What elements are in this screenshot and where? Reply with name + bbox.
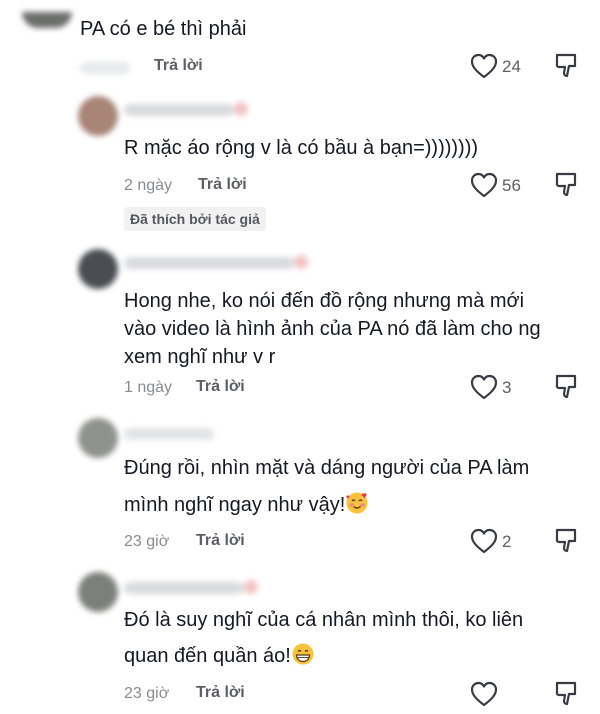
comment-time: 2 ngày — [124, 177, 173, 194]
heart-icon[interactable] — [470, 172, 498, 198]
reply-button[interactable]: Trả lời — [196, 684, 245, 702]
like-count: 56 — [502, 176, 521, 195]
comment-time: 23 giờ — [124, 685, 170, 702]
dislike-icon[interactable] — [554, 171, 580, 199]
dislike-icon[interactable] — [554, 373, 580, 401]
comment-text-line: mình nghĩ ngay như vậy! — [124, 490, 369, 520]
grinning-face-icon — [292, 643, 314, 665]
liked-by-creator-badge: Đã thích bởi tác giả — [124, 207, 266, 231]
avatar[interactable] — [22, 12, 72, 28]
user-name — [124, 580, 258, 594]
comment-text-line: Hong nhe, ko nói đến đồ rộng nhưng mà mớ… — [124, 290, 525, 312]
avatar[interactable] — [78, 572, 118, 612]
comment-text-line: Đúng rồi, nhìn mặt và dáng người của PA … — [124, 457, 530, 479]
dislike-icon[interactable] — [554, 52, 580, 80]
avatar[interactable] — [78, 418, 118, 458]
heart-icon[interactable] — [470, 528, 498, 554]
like-count: 3 — [502, 378, 512, 397]
reply-button[interactable]: Trả lời — [196, 378, 245, 396]
smiling-face-with-hearts-icon — [346, 492, 368, 514]
comment-time: 1 ngày — [124, 379, 173, 396]
comment-time — [80, 62, 130, 74]
comment-time: 23 giờ — [124, 533, 170, 550]
avatar[interactable] — [78, 249, 118, 289]
avatar[interactable] — [78, 96, 118, 136]
heart-icon[interactable] — [470, 681, 498, 707]
reply-button[interactable]: Trả lời — [198, 176, 247, 194]
comment-text-line: vào video là hình ảnh của PA nó đã làm c… — [124, 318, 541, 340]
heart-icon[interactable] — [470, 53, 498, 79]
user-name — [124, 255, 308, 269]
heart-icon[interactable] — [470, 374, 498, 400]
comment-text-line: Đó là suy nghĩ của cá nhân mình thôi, ko… — [124, 609, 524, 631]
user-name — [124, 102, 248, 116]
dislike-icon[interactable] — [554, 680, 580, 708]
comment-text-fragment: quan đến quần áo! — [124, 645, 291, 667]
like-count: 24 — [502, 57, 521, 76]
reply-button[interactable]: Trả lời — [154, 57, 203, 75]
comment-text-line: xem nghĩ như v r — [124, 346, 276, 368]
dislike-icon[interactable] — [554, 527, 580, 555]
reply-button[interactable]: Trả lời — [196, 532, 245, 550]
comment-text: PA có e bé thì phải — [80, 18, 247, 40]
like-count: 2 — [502, 532, 512, 551]
comment-text: R mặc áo rộng v là có bầu à bạn=)))))))) — [124, 137, 479, 159]
comment-text-line: quan đến quần áo! — [124, 641, 315, 671]
comment-text-fragment: mình nghĩ ngay như vậy! — [124, 494, 346, 516]
user-name — [124, 428, 214, 440]
